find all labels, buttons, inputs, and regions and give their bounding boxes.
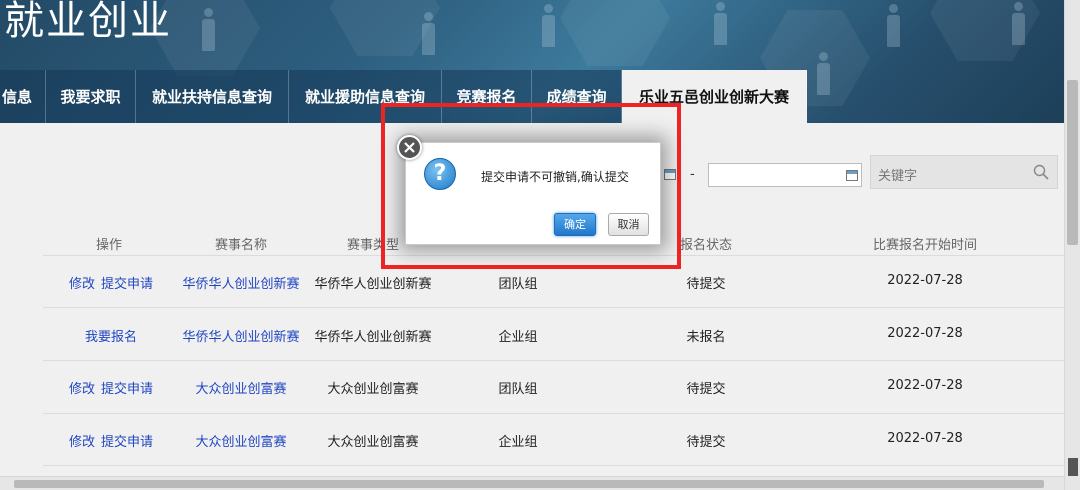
- header-contest-name: 赛事名称: [214, 238, 267, 253]
- page-title: 就业创业: [4, 0, 172, 44]
- signup-status: 未报名: [686, 330, 726, 345]
- contest-group: 企业组: [498, 330, 538, 345]
- nav-tab-info[interactable]: 信息: [0, 70, 46, 123]
- calendar-icon[interactable]: [846, 170, 858, 181]
- contest-name-link[interactable]: 大众创业创富赛: [181, 431, 301, 450]
- contest-name-link[interactable]: 华侨华人创业创新赛: [181, 273, 301, 292]
- signup-status: 待提交: [686, 277, 726, 292]
- person-icon: [712, 2, 728, 46]
- edit-link[interactable]: 修改: [69, 435, 95, 450]
- person-icon: [815, 52, 831, 96]
- header-action: 操作: [95, 238, 122, 253]
- scrollbar-thumb[interactable]: [14, 480, 1044, 488]
- edit-link[interactable]: 修改: [69, 382, 95, 397]
- contest-name-link[interactable]: 华侨华人创业创新赛: [181, 326, 301, 345]
- signup-start-time: 2022-07-28: [887, 431, 963, 446]
- signup-start-time: 2022-07-28: [887, 273, 963, 288]
- end-date-input[interactable]: [708, 163, 862, 187]
- keyword-search-input[interactable]: 关键字: [870, 155, 1058, 189]
- person-icon: [1010, 2, 1026, 46]
- row-divider: [43, 307, 1064, 308]
- edit-link[interactable]: 修改: [69, 277, 95, 292]
- submit-application-link[interactable]: 提交申请: [101, 435, 153, 450]
- keyword-placeholder: 关键字: [878, 169, 918, 184]
- signup-start-time: 2022-07-28: [887, 326, 963, 341]
- nav-tab-support-query[interactable]: 就业扶持信息查询: [136, 70, 289, 123]
- date-separator: -: [690, 167, 695, 182]
- annotation-highlight-box: [381, 103, 681, 269]
- row-divider: [43, 360, 1064, 361]
- contest-type: 华侨华人创业创新赛: [314, 330, 432, 345]
- contest-group: 企业组: [498, 435, 538, 450]
- scrollbar-thumb[interactable]: [1067, 80, 1078, 245]
- row-divider: [43, 465, 1064, 466]
- signup-start-time: 2022-07-28: [887, 378, 963, 393]
- contest-type: 大众创业创富赛: [327, 382, 419, 397]
- contest-type: 大众创业创富赛: [327, 435, 419, 450]
- signup-status: 待提交: [686, 435, 726, 450]
- submit-application-link[interactable]: 提交申请: [101, 277, 153, 292]
- banner-decoration: [560, 0, 670, 66]
- vertical-scrollbar[interactable]: [1064, 0, 1080, 490]
- person-icon: [200, 8, 216, 52]
- scroll-down-arrow-icon[interactable]: [1068, 458, 1078, 476]
- submit-application-link[interactable]: 提交申请: [101, 382, 153, 397]
- nav-tab-job-seeking[interactable]: 我要求职: [46, 70, 136, 123]
- signup-status: 待提交: [686, 382, 726, 397]
- header-signup-start-time: 比赛报名开始时间: [872, 238, 977, 253]
- person-icon: [420, 12, 436, 56]
- person-icon: [540, 4, 556, 48]
- search-icon[interactable]: [1033, 164, 1049, 180]
- contest-name-link[interactable]: 大众创业创富赛: [181, 378, 301, 397]
- person-icon: [885, 4, 901, 48]
- signup-link[interactable]: 我要报名: [85, 330, 137, 345]
- row-divider: [43, 413, 1064, 414]
- contest-group: 团队组: [498, 382, 538, 397]
- contest-group: 团队组: [498, 277, 538, 292]
- contest-type: 华侨华人创业创新赛: [314, 277, 432, 292]
- horizontal-scrollbar[interactable]: [0, 476, 1064, 490]
